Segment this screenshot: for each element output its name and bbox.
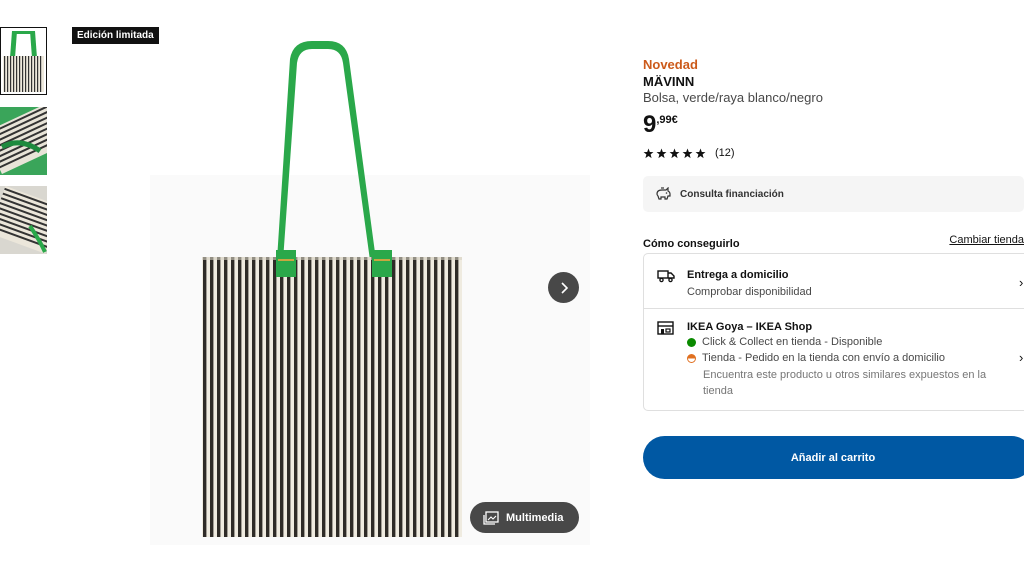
truck-icon xyxy=(657,270,675,283)
product-description: Bolsa, verde/raya blanco/negro xyxy=(643,90,823,105)
store-order-label: Tienda - Pedido en la tienda con envío a… xyxy=(702,352,945,364)
store-note: Encuentra este producto u otros similare… xyxy=(703,369,987,397)
store-order-status: Tienda - Pedido en la tienda con envío a… xyxy=(687,352,945,364)
piggy-bank-icon xyxy=(656,187,671,200)
delivery-title: Entrega a domicilio xyxy=(687,269,789,281)
add-to-cart-button[interactable]: Añadir al carrito xyxy=(643,436,1024,479)
multimedia-button[interactable]: Multimedia xyxy=(470,502,579,533)
price-decimal: ,99€ xyxy=(656,114,678,126)
star-icon xyxy=(656,148,667,158)
chevron-right-icon: › xyxy=(1019,350,1024,365)
delivery-subtitle: Comprobar disponibilidad xyxy=(687,286,812,298)
availability-options: Entrega a domicilio Comprobar disponibil… xyxy=(643,253,1024,411)
click-collect-label: Click & Collect en tienda - Disponible xyxy=(702,336,883,348)
review-count: (12) xyxy=(715,147,735,159)
available-dot-icon xyxy=(687,337,696,347)
product-info: Novedad MÄVINN Bolsa, verde/raya blanco/… xyxy=(643,57,1024,138)
next-image-button[interactable] xyxy=(548,272,579,303)
product-price: 9 ,99€ xyxy=(643,112,1024,138)
availability-header: Cómo conseguirlo Cambiar tienda xyxy=(643,234,1024,250)
star-icon xyxy=(669,148,680,158)
store-title: IKEA Goya – IKEA Shop xyxy=(687,321,813,333)
product-rating[interactable]: (12) xyxy=(643,147,735,159)
gallery-icon xyxy=(483,510,499,525)
home-delivery-option[interactable]: Entrega a domicilio Comprobar disponibil… xyxy=(644,254,1024,309)
thumbnail-bag-detail[interactable] xyxy=(0,107,47,175)
limited-edition-badge: Edición limitada xyxy=(72,27,159,44)
click-collect-status: Click & Collect en tienda - Disponible xyxy=(687,336,882,348)
new-tag: Novedad xyxy=(643,57,698,72)
star-icon xyxy=(682,148,693,158)
change-store-link[interactable]: Cambiar tienda xyxy=(949,234,1024,246)
thumbnail-bag-front[interactable] xyxy=(0,27,47,95)
product-image xyxy=(196,35,476,540)
rating-stars xyxy=(643,148,706,159)
chevron-right-icon xyxy=(560,281,568,294)
partial-availability-dot-icon xyxy=(687,353,696,363)
availability-title: Cómo conseguirlo xyxy=(643,238,740,250)
price-integer: 9 xyxy=(643,111,657,138)
product-name: MÄVINN xyxy=(643,74,695,89)
thumbnail-bag-folded[interactable] xyxy=(0,186,47,254)
star-icon xyxy=(695,148,706,158)
financing-button[interactable]: Consulta financiación xyxy=(643,176,1024,212)
store-option[interactable]: IKEA Goya – IKEA Shop Click & Collect en… xyxy=(644,309,1024,412)
store-icon xyxy=(657,321,674,335)
multimedia-label: Multimedia xyxy=(506,511,564,524)
star-icon xyxy=(643,148,654,158)
chevron-right-icon: › xyxy=(1019,275,1024,290)
financing-label: Consulta financiación xyxy=(680,188,784,200)
